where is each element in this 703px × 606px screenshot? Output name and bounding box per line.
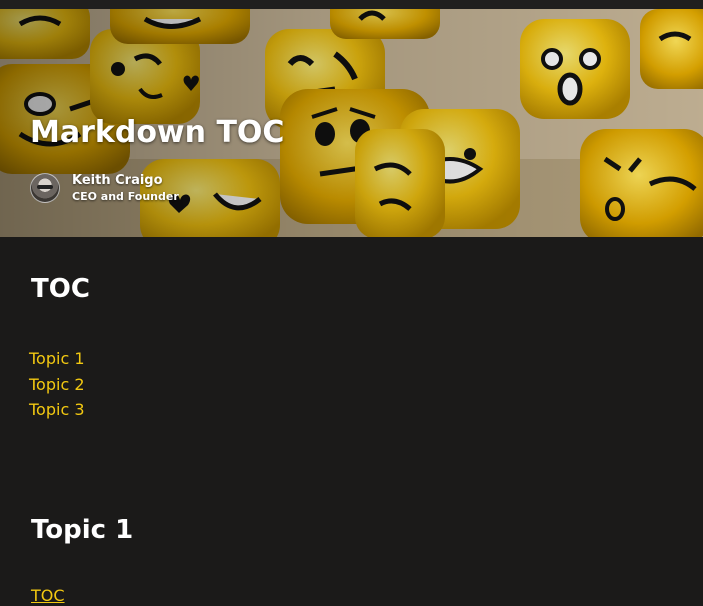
- top-bar: [0, 0, 703, 9]
- toc-item: Topic 1: [29, 346, 85, 372]
- toc-item: Topic 2: [29, 372, 85, 398]
- author-role: CEO and Founder: [72, 189, 179, 203]
- author-info: Keith Craigo CEO and Founder: [72, 173, 179, 204]
- toc-heading: TOC: [31, 274, 90, 304]
- toc-link-topic-2[interactable]: Topic 2: [29, 375, 85, 394]
- avatar[interactable]: [30, 173, 60, 203]
- toc-link-topic-1[interactable]: Topic 1: [29, 349, 85, 368]
- author-card: Keith Craigo CEO and Founder: [30, 172, 179, 204]
- toc-item: Topic 3: [29, 397, 85, 423]
- toc-link-topic-3[interactable]: Topic 3: [29, 400, 85, 419]
- author-name[interactable]: Keith Craigo: [72, 173, 179, 189]
- toc-link-list: Topic 1 Topic 2 Topic 3: [29, 346, 85, 423]
- back-to-toc-link[interactable]: TOC: [31, 586, 65, 605]
- topic-1-heading: Topic 1: [31, 515, 134, 545]
- page-title: Markdown TOC: [30, 115, 285, 150]
